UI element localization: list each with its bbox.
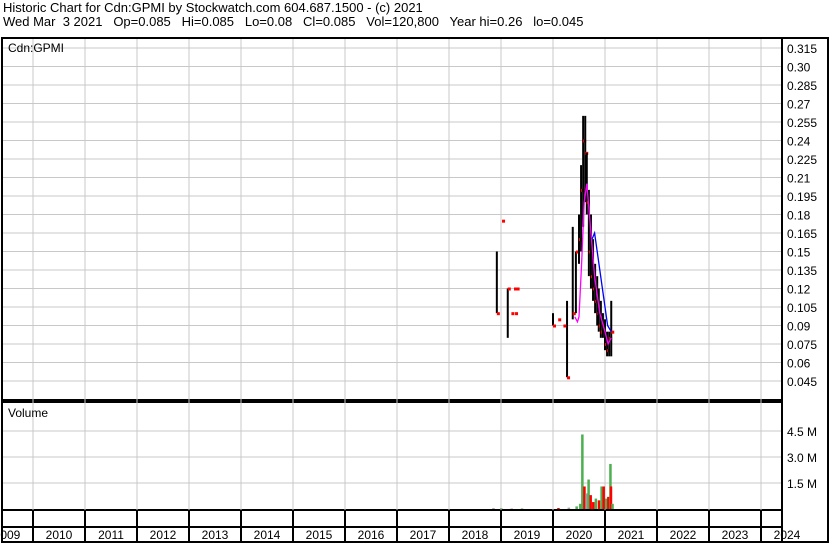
chart-canvas: 0.315 0.30 0.285 0.27 0.255 0.24 0.225 0.21 0.19… bbox=[0, 37, 829, 543]
year-label: 2021 bbox=[618, 528, 645, 542]
year-label: 2018 bbox=[462, 528, 489, 542]
price-tick-label: 0.075 bbox=[787, 338, 817, 352]
price-tick-label: 0.24 bbox=[787, 135, 811, 149]
price-tick-label: 0.12 bbox=[787, 283, 811, 297]
price-tick-label: 0.045 bbox=[787, 375, 817, 389]
price-tick-label: 0.09 bbox=[787, 320, 811, 334]
volume-bar bbox=[611, 503, 614, 509]
year-label: 2020 bbox=[566, 528, 593, 542]
price-panel-title: Cdn:GPMI bbox=[8, 41, 64, 55]
volume-bar bbox=[575, 506, 578, 509]
price-tick-label: 0.225 bbox=[787, 153, 817, 167]
close-marker bbox=[567, 376, 571, 380]
volume-bar bbox=[597, 500, 601, 509]
volume-bar bbox=[567, 507, 571, 509]
price-tick-label: 0.165 bbox=[787, 227, 817, 241]
price-tick-label: 0.135 bbox=[787, 264, 817, 278]
price-tick-label: 0.15 bbox=[787, 246, 811, 260]
year-label: 2022 bbox=[670, 528, 697, 542]
volume-bar bbox=[500, 508, 503, 509]
price-marker bbox=[515, 312, 519, 316]
price-marker bbox=[511, 312, 515, 316]
close-marker bbox=[507, 287, 511, 291]
volume-panel bbox=[1, 401, 783, 511]
price-marker bbox=[514, 287, 517, 291]
year-label: 2010 bbox=[46, 528, 73, 542]
year-label: 2012 bbox=[150, 528, 177, 542]
volume-bar bbox=[510, 508, 513, 509]
price-tick-label: 0.255 bbox=[787, 116, 817, 130]
close-marker bbox=[611, 330, 615, 334]
volume-tick-label: 4.5 M bbox=[787, 425, 817, 439]
year-label: 2015 bbox=[306, 528, 333, 542]
volume-bar bbox=[594, 498, 598, 509]
volume-bar bbox=[520, 508, 524, 509]
stock-chart: Historic Chart for Cdn:GPMI by Stockwatc… bbox=[0, 0, 830, 543]
price-marker bbox=[502, 219, 506, 223]
close-marker bbox=[496, 312, 500, 316]
price-marker bbox=[563, 324, 567, 328]
price-tick-label: 0.195 bbox=[787, 190, 817, 204]
year-label: 2017 bbox=[410, 528, 437, 542]
year-label: 2013 bbox=[202, 528, 229, 542]
volume-tick-label: 3.0 M bbox=[787, 451, 817, 465]
price-marker bbox=[558, 318, 562, 322]
volume-bar bbox=[589, 495, 592, 509]
year-label: 2016 bbox=[358, 528, 385, 542]
price-panel bbox=[1, 37, 783, 401]
volume-bar bbox=[592, 502, 595, 509]
price-tick-label: 0.285 bbox=[787, 79, 817, 93]
price-marker bbox=[516, 287, 520, 291]
price-tick-label: 0.18 bbox=[787, 209, 811, 223]
year-label: 2024 bbox=[774, 528, 801, 542]
price-tick-label: 0.315 bbox=[787, 42, 817, 56]
volume-tick-label: 1.5 M bbox=[787, 477, 817, 491]
year-label: 2023 bbox=[722, 528, 749, 542]
year-label: 2014 bbox=[254, 528, 281, 542]
volume-bar bbox=[492, 508, 495, 509]
year-label: 2019 bbox=[514, 528, 541, 542]
volume-bar bbox=[557, 507, 560, 509]
price-tick-label: 0.21 bbox=[787, 172, 811, 186]
volume-bar bbox=[602, 486, 605, 509]
year-label: 2009 bbox=[0, 528, 21, 542]
price-tick-label: 0.105 bbox=[787, 301, 817, 315]
year-label: 2011 bbox=[98, 528, 124, 542]
price-tick-label: 0.30 bbox=[787, 61, 811, 75]
price-tick-label: 0.27 bbox=[787, 98, 811, 112]
price-tick-label: 0.06 bbox=[787, 357, 811, 371]
volume-panel-title: Volume bbox=[8, 406, 48, 420]
close-marker bbox=[553, 324, 556, 328]
